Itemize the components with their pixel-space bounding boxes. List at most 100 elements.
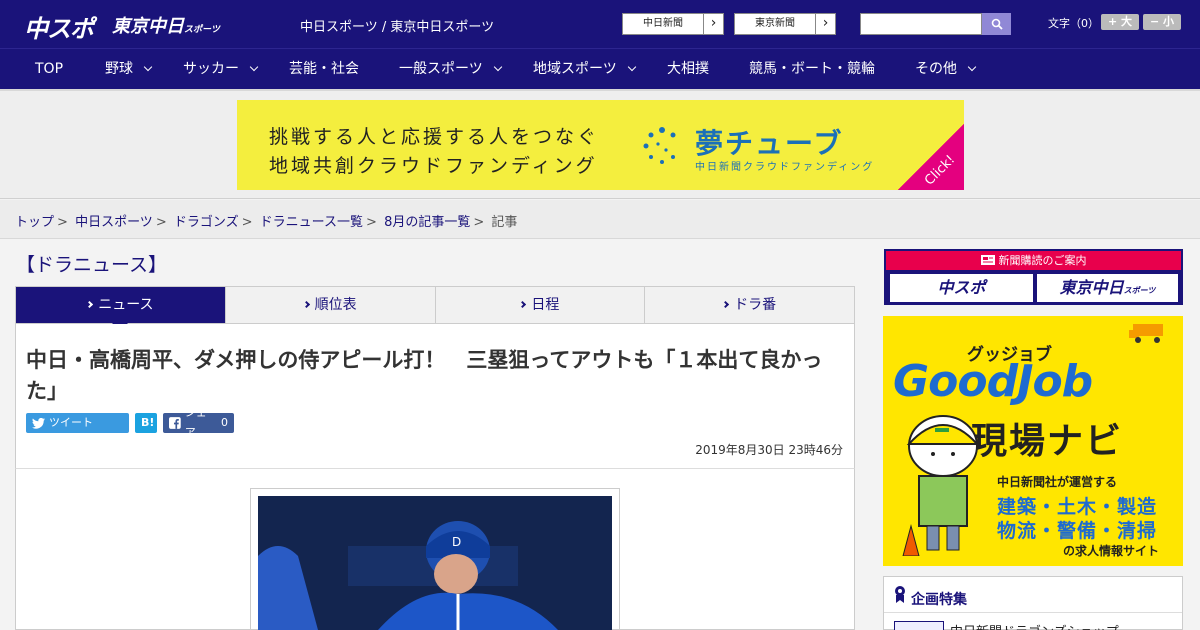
breadcrumb-dragons[interactable]: ドラゴンズ bbox=[174, 215, 239, 230]
special-feature-box: 企画特集 中日新聞ドラゴンズショップ bbox=[883, 576, 1183, 630]
tab-dora-ban[interactable]: ドラ番 bbox=[645, 287, 854, 323]
section-title: 【ドラニュース】 bbox=[16, 254, 168, 276]
breadcrumb-current: 記事 bbox=[491, 215, 518, 230]
subscribe-tokyo-main: 東京中日 bbox=[1059, 278, 1124, 297]
breadcrumb: トップ > 中日スポーツ > ドラゴンズ > ドラニュース一覧 > 8月の記事一覧 > 記… bbox=[15, 211, 517, 230]
subscription-box: 新聞購読のご案内 中スポ 東京中日スポーツ bbox=[884, 249, 1183, 305]
tab-label: ドラ番 bbox=[734, 297, 777, 313]
nav-label: その他 bbox=[915, 61, 957, 77]
font-smaller-button[interactable]: − 小 bbox=[1143, 14, 1181, 30]
tab-standings[interactable]: 順位表 bbox=[226, 287, 436, 323]
tokyo-chunichi-logo[interactable]: 東京中日スポーツ bbox=[112, 12, 220, 38]
breadcrumb-sep: > bbox=[155, 215, 167, 230]
hatena-count-button[interactable]: B! 0 bbox=[135, 413, 165, 433]
facebook-share-count: 0 bbox=[221, 416, 228, 429]
article-photo[interactable]: D bbox=[258, 496, 612, 630]
chevron-right-icon: › bbox=[703, 14, 723, 34]
tab-label: ニュース bbox=[98, 297, 154, 313]
font-size-label: 文字（0） bbox=[1048, 17, 1099, 30]
ext-link-label: 東京新聞 bbox=[755, 18, 795, 29]
breadcrumb-sep: > bbox=[473, 215, 485, 230]
newspaper-icon bbox=[980, 255, 995, 265]
chuspo-logo[interactable]: 中スポ bbox=[24, 9, 94, 44]
tokyo-logo-small: スポーツ bbox=[184, 25, 220, 35]
yume-tube-banner[interactable]: 挑戦する人と応援する人をつなぐ 地域共創クラウドファンディング 夢チューブ 中日… bbox=[237, 100, 964, 190]
search-button[interactable] bbox=[982, 13, 1011, 35]
banner-line2: 地域共創クラウドファンディング bbox=[269, 155, 598, 177]
nav-soccer[interactable]: サッカー bbox=[183, 49, 259, 90]
breadcrumb-top[interactable]: トップ bbox=[15, 215, 54, 230]
chevron-down-icon bbox=[627, 62, 636, 72]
nav-label: TOP bbox=[35, 61, 64, 77]
nav-top[interactable]: TOP bbox=[35, 49, 63, 90]
nav-label: サッカー bbox=[183, 61, 239, 77]
dragons-shop-link[interactable]: 中日新聞ドラゴンズショップ bbox=[950, 621, 1119, 630]
dragons-shop-thumbnail[interactable] bbox=[894, 621, 944, 630]
facebook-share-label: シェア bbox=[184, 406, 207, 439]
article-headline: 中日・高橋周平、ダメ押しの侍アピール打！ 三塁狙ってアウトも「１本出て良かった」 bbox=[26, 348, 823, 403]
chevron-right-icon: › bbox=[815, 14, 835, 34]
subscribe-chuspo-button[interactable]: 中スポ bbox=[890, 274, 1033, 302]
truck-icon bbox=[1129, 324, 1163, 343]
tab-news[interactable]: ニュース bbox=[16, 287, 226, 331]
nav-local-sports[interactable]: 地域スポーツ bbox=[533, 49, 636, 90]
chevron-down-icon bbox=[249, 62, 259, 72]
nav-entertainment[interactable]: 芸能・社会 bbox=[289, 49, 359, 90]
chevron-right-icon bbox=[519, 300, 527, 309]
tweet-label: ツイート bbox=[49, 416, 93, 429]
subscription-head-label: 新聞購読のご案内 bbox=[998, 254, 1087, 267]
svg-text:D: D bbox=[452, 535, 461, 549]
tweet-button[interactable]: ツイート bbox=[26, 413, 129, 433]
search-icon bbox=[991, 18, 1003, 30]
facebook-share-button[interactable]: シェア 0 bbox=[163, 406, 234, 439]
special-feature-head: 企画特集 bbox=[884, 577, 1182, 613]
nav-racing[interactable]: 競馬・ボート・競輪 bbox=[749, 49, 875, 90]
hatena-mark-text: B! bbox=[141, 416, 155, 429]
chevron-down-icon bbox=[493, 62, 502, 72]
ribbon-icon bbox=[895, 586, 905, 603]
goodjob-footer: の求人情報サイト bbox=[1063, 544, 1160, 558]
breadcrumb-dora-news[interactable]: ドラニュース一覧 bbox=[260, 215, 363, 230]
tab-schedule[interactable]: 日程 bbox=[436, 287, 646, 323]
goodjob-navi: 現場ナビ bbox=[971, 421, 1124, 462]
breadcrumb-sep: > bbox=[366, 215, 377, 230]
subscribe-tokyo-button[interactable]: 東京中日スポーツ bbox=[1037, 274, 1178, 302]
nav-label: 競馬・ボート・競輪 bbox=[749, 61, 875, 77]
font-bigger-button[interactable]: + 大 bbox=[1101, 14, 1139, 30]
nav-general-sports[interactable]: 一般スポーツ bbox=[399, 49, 502, 90]
nav-sumo[interactable]: 大相撲 bbox=[667, 49, 709, 90]
chevron-down-icon bbox=[143, 62, 153, 72]
subscription-head: 新聞購読のご案内 bbox=[886, 251, 1181, 270]
search-input[interactable] bbox=[860, 13, 982, 35]
article-date: 2019年8月30日 23時46分 bbox=[695, 443, 843, 457]
nav-baseball[interactable]: 野球 bbox=[105, 49, 153, 90]
goodjob-categories-2: 物流・警備・清掃 bbox=[997, 520, 1158, 542]
nav-label: 野球 bbox=[105, 61, 133, 77]
breadcrumb-chunichi-sports[interactable]: 中日スポーツ bbox=[75, 215, 153, 230]
chunichi-shimbun-link[interactable]: 中日新聞 › bbox=[622, 13, 724, 35]
main-nav: TOP 野球 サッカー 芸能・社会 一般スポーツ 地域スポーツ 大相撲 競馬・ボ… bbox=[0, 48, 1200, 89]
nav-label: 芸能・社会 bbox=[289, 61, 359, 77]
special-feature-title: 企画特集 bbox=[911, 592, 967, 608]
nav-label: 大相撲 bbox=[667, 61, 709, 77]
dots-logo-icon bbox=[643, 127, 676, 164]
news-tabs: ニュース 順位表 日程 ドラ番 bbox=[15, 286, 855, 331]
subscribe-tokyo-small: スポーツ bbox=[1123, 286, 1156, 295]
tokyo-shimbun-link[interactable]: 東京新聞 › bbox=[734, 13, 836, 35]
tab-label: 日程 bbox=[531, 297, 560, 313]
chevron-right-icon bbox=[722, 300, 730, 309]
chevron-right-icon bbox=[86, 300, 94, 309]
player-photo-illustration: D bbox=[258, 496, 612, 630]
goodjob-ad[interactable]: グッジョブ GoodJob 現場ナビ 中日新聞社が運営する 建築・土木・製造 物… bbox=[883, 316, 1183, 566]
worker-illustration-icon bbox=[902, 415, 980, 556]
nav-other[interactable]: その他 bbox=[915, 49, 977, 90]
facebook-icon bbox=[169, 417, 181, 429]
tokyo-logo-main: 東京中日 bbox=[112, 16, 184, 37]
breadcrumb-sep: > bbox=[241, 215, 253, 230]
breadcrumb-august[interactable]: 8月の記事一覧 bbox=[384, 215, 470, 230]
nav-label: 地域スポーツ bbox=[533, 61, 617, 77]
chevron-down-icon bbox=[967, 62, 977, 72]
breadcrumb-sep: > bbox=[57, 215, 68, 230]
banner-brand: 夢チューブ bbox=[695, 127, 844, 160]
nav-label: 一般スポーツ bbox=[399, 61, 483, 77]
